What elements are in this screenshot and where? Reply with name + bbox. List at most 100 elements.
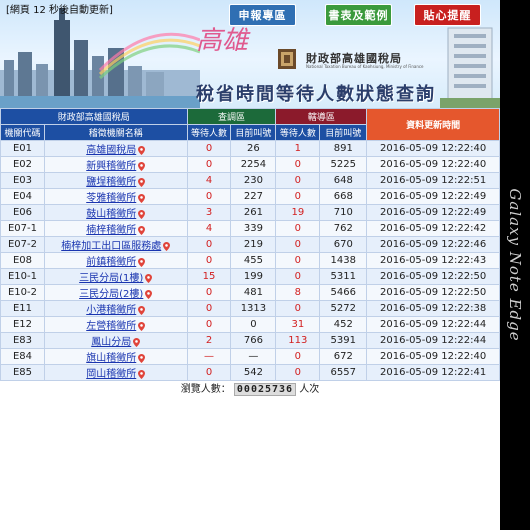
updated-time: 2016-05-09 12:22:49 xyxy=(366,188,500,205)
col-transfer-waiting-header: 等待人數 xyxy=(275,124,321,141)
transfer-current-number: 648 xyxy=(319,172,368,189)
inquiry-current-number: 542 xyxy=(230,364,277,381)
inquiry-waiting-count: 3 xyxy=(186,204,232,221)
agency-code: E04 xyxy=(0,188,45,205)
inquiry-current-number: 455 xyxy=(230,252,277,269)
report-area-button[interactable]: 申報專區 xyxy=(229,4,296,26)
agency-name-link[interactable]: 鼓山稽徵所 xyxy=(86,209,136,220)
agency-name-link[interactable]: 前鎮稽徵所 xyxy=(86,257,136,268)
map-pin-icon[interactable] xyxy=(138,369,146,379)
auto-refresh-notice: [網頁 12 秒後自動更新] xyxy=(6,5,113,16)
agency-group-header: 財政部高雄國稅局 xyxy=(0,108,188,125)
transfer-waiting-count: 1 xyxy=(275,140,321,157)
transfer-waiting-count: 19 xyxy=(275,204,321,221)
agency-name-link[interactable]: 岡山稽徵所 xyxy=(86,369,136,380)
inquiry-current-number: 1313 xyxy=(230,300,277,317)
inquiry-current-number: 0 xyxy=(230,316,277,333)
bureau-emblem-icon xyxy=(278,49,296,69)
transfer-waiting-count: 0 xyxy=(275,236,321,253)
browser-content: [網頁 12 秒後自動更新] 高雄 申報專區 書表及範例 貼心提醒 財政部高雄國… xyxy=(0,0,500,530)
inquiry-waiting-count: 0 xyxy=(186,364,232,381)
agency-name-link[interactable]: 高雄國稅局 xyxy=(86,145,136,156)
header-banner: [網頁 12 秒後自動更新] 高雄 申報專區 書表及範例 貼心提醒 財政部高雄國… xyxy=(0,0,500,108)
updated-time: 2016-05-09 12:22:43 xyxy=(366,252,500,269)
updated-time: 2016-05-09 12:22:41 xyxy=(366,364,500,381)
col-name-header: 稽徵機關名稱 xyxy=(43,124,188,141)
map-pin-icon[interactable] xyxy=(133,337,141,347)
map-pin-icon[interactable] xyxy=(145,273,153,283)
updated-time: 2016-05-09 12:22:50 xyxy=(366,268,500,285)
agency-code: E11 xyxy=(0,300,45,317)
agency-cell: 旗山稽徵所 xyxy=(43,348,188,365)
transfer-current-number: 5466 xyxy=(319,284,368,301)
transfer-current-number: 5272 xyxy=(319,300,368,317)
agency-name-link[interactable]: 小港稽徵所 xyxy=(86,305,136,316)
updated-time: 2016-05-09 12:22:42 xyxy=(366,220,500,237)
map-pin-icon[interactable] xyxy=(138,193,146,203)
agency-cell: 楠梓稽徵所 xyxy=(43,220,188,237)
agency-cell: 鹽埕稽徵所 xyxy=(43,172,188,189)
map-pin-icon[interactable] xyxy=(138,161,146,171)
agency-name-link[interactable]: 旗山稽徵所 xyxy=(86,353,136,364)
city-skyline-illustration xyxy=(0,8,200,108)
transfer-waiting-count: 0 xyxy=(275,300,321,317)
device-edge-panel: Galaxy Note Edge xyxy=(500,0,530,530)
agency-code: E07-2 xyxy=(0,236,45,253)
inquiry-waiting-count: 0 xyxy=(186,156,232,173)
agency-cell: 三民分局(2樓) xyxy=(43,284,188,301)
table-row: E07-1 楠梓稽徵所 4 339 0 762 2016-05-09 12:22:42 xyxy=(0,220,500,237)
map-pin-icon[interactable] xyxy=(138,305,146,315)
reminders-button[interactable]: 貼心提醒 xyxy=(414,4,481,26)
agency-name-link[interactable]: 左營稽徵所 xyxy=(86,321,136,332)
transfer-current-number: 1438 xyxy=(319,252,368,269)
transfer-waiting-count: 31 xyxy=(275,316,321,333)
table-row: E10-1 三民分局(1樓) 15 199 0 5311 2016-05-09 12:22:… xyxy=(0,268,500,285)
col-transfer-current-header: 目前叫號 xyxy=(319,124,368,141)
transfer-current-number: 710 xyxy=(319,204,368,221)
map-pin-icon[interactable] xyxy=(145,289,153,299)
inquiry-waiting-count: 2 xyxy=(186,332,232,349)
table-row: E83 鳳山分局 2 766 113 5391 2016-05-09 12:22:44 xyxy=(0,332,500,349)
forms-examples-button[interactable]: 書表及範例 xyxy=(325,4,392,26)
map-pin-icon[interactable] xyxy=(138,321,146,331)
transfer-current-number: 6557 xyxy=(319,364,368,381)
map-pin-icon[interactable] xyxy=(138,145,146,155)
agency-cell: 三民分局(1樓) xyxy=(43,268,188,285)
updated-time: 2016-05-09 12:22:46 xyxy=(366,236,500,253)
agency-cell: 左營稽徵所 xyxy=(43,316,188,333)
agency-name-link[interactable]: 鳳山分局 xyxy=(91,337,131,348)
updated-time: 2016-05-09 12:22:50 xyxy=(366,284,500,301)
transfer-waiting-count: 113 xyxy=(275,332,321,349)
updated-time: 2016-05-09 12:22:40 xyxy=(366,140,500,157)
agency-name-link[interactable]: 三民分局(2樓) xyxy=(79,289,143,300)
inquiry-waiting-count: 0 xyxy=(186,300,232,317)
inquiry-waiting-count: 0 xyxy=(186,236,232,253)
agency-cell: 苓雅稽徵所 xyxy=(43,188,188,205)
table-row: E04 苓雅稽徵所 0 227 0 668 2016-05-09 12:22:49 xyxy=(0,188,500,205)
waiting-status-table: 財政部高雄國稅局 查調區 轄導區 資料更新時間 機關代碼 稽徵機關名稱 等待人數… xyxy=(0,108,500,381)
updated-time: 2016-05-09 12:22:44 xyxy=(366,316,500,333)
table-row: E84 旗山稽徵所 — —0 672 2016-05-09 12:22:40 xyxy=(0,348,500,365)
agency-name-link[interactable]: 新興稽徵所 xyxy=(86,161,136,172)
updated-time: 2016-05-09 12:22:40 xyxy=(366,156,500,173)
map-pin-icon[interactable] xyxy=(138,225,146,235)
map-pin-icon[interactable] xyxy=(138,257,146,267)
agency-name-link[interactable]: 鹽埕稽徵所 xyxy=(86,177,136,188)
agency-cell: 新興稽徵所 xyxy=(43,156,188,173)
map-pin-icon[interactable] xyxy=(138,209,146,219)
agency-name-link[interactable]: 楠梓加工出口區服務處 xyxy=(61,241,161,252)
map-pin-icon[interactable] xyxy=(163,241,171,251)
map-pin-icon[interactable] xyxy=(138,177,146,187)
agency-code: E02 xyxy=(0,156,45,173)
inquiry-waiting-count: 0 xyxy=(186,252,232,269)
agency-name-link[interactable]: 楠梓稽徵所 xyxy=(86,225,136,236)
inquiry-waiting-count: 0 xyxy=(186,140,232,157)
table-row: E02 新興稽徵所 0 2254 0 5225 2016-05-09 12:22:40 xyxy=(0,156,500,173)
transfer-current-number: 5225 xyxy=(319,156,368,173)
visitor-counter: 瀏覽人數： 00025736 人次 xyxy=(0,380,500,396)
transfer-waiting-count: 8 xyxy=(275,284,321,301)
transfer-waiting-count: 0 xyxy=(275,172,321,189)
map-pin-icon[interactable] xyxy=(138,353,146,363)
agency-name-link[interactable]: 三民分局(1樓) xyxy=(79,273,143,284)
agency-name-link[interactable]: 苓雅稽徵所 xyxy=(86,193,136,204)
